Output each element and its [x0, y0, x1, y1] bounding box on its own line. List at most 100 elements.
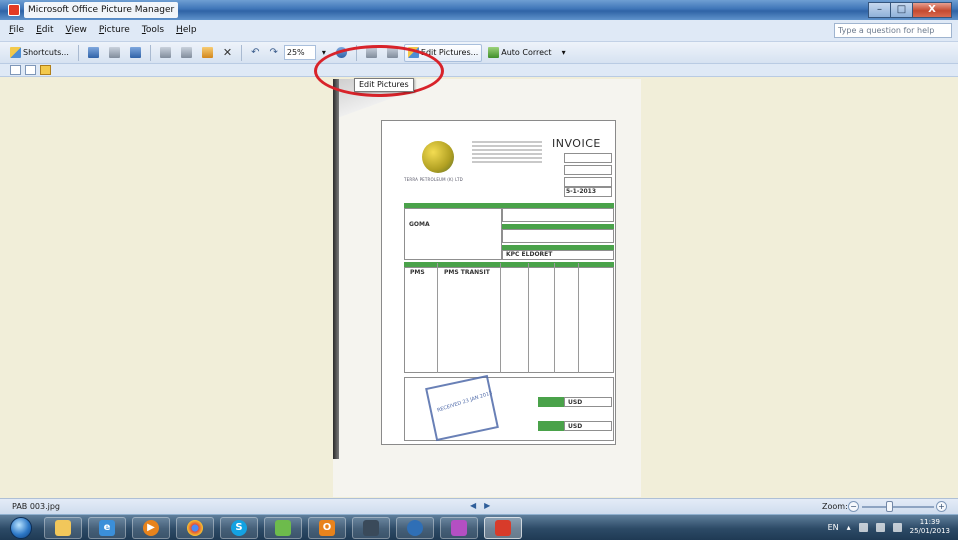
- start-button[interactable]: [10, 517, 32, 539]
- skype-icon: S: [231, 520, 247, 536]
- action-center-icon[interactable]: [858, 522, 868, 532]
- menu-edit[interactable]: Edit: [35, 24, 54, 36]
- language-indicator[interactable]: EN: [828, 523, 839, 532]
- paste-button[interactable]: [198, 44, 217, 62]
- help-search-input[interactable]: Type a question for help: [834, 23, 952, 38]
- currency-grand-total: USD: [568, 423, 583, 430]
- internet-explorer-icon: e: [99, 520, 115, 536]
- save-icon: [87, 47, 99, 58]
- menu-tools-rest: ools: [145, 25, 165, 35]
- status-bar: PAB 003.jpg ◀ ▶ Zoom: − +: [0, 498, 958, 514]
- export-button[interactable]: [105, 44, 124, 62]
- next-picture-button[interactable]: ▶: [484, 501, 490, 510]
- zoom-label: Zoom:: [822, 502, 848, 511]
- single-picture-view-button[interactable]: [40, 65, 51, 75]
- taskbar-explorer[interactable]: [44, 517, 82, 539]
- table-column-line: [554, 263, 555, 373]
- menu-view[interactable]: View: [65, 24, 88, 36]
- show-hidden-icons-button[interactable]: ▴: [847, 523, 851, 532]
- maximize-button[interactable]: □: [890, 2, 912, 18]
- copy-button[interactable]: [177, 44, 196, 62]
- taskbar-skype[interactable]: S: [220, 517, 258, 539]
- previous-picture-button[interactable]: ◀: [470, 501, 476, 510]
- network-icon[interactable]: [892, 522, 902, 532]
- terms-cell: [502, 208, 614, 222]
- window-controls: – □ X: [868, 2, 952, 18]
- taskbar-media-player[interactable]: ▶: [132, 517, 170, 539]
- delivery-cell: [502, 229, 614, 243]
- toolbar-separator: [77, 44, 79, 61]
- title-bar: Microsoft Office Picture Manager – □ X: [0, 0, 958, 20]
- invoice-title: INVOICE: [552, 137, 601, 150]
- shortcuts-button[interactable]: Shortcuts...: [6, 44, 73, 62]
- taskbar-chrome[interactable]: [176, 517, 214, 539]
- menu-help[interactable]: Help: [175, 24, 198, 36]
- picture-manager-app-icon[interactable]: [8, 4, 20, 16]
- line-items-table: [404, 267, 614, 373]
- taskbar-app-orb[interactable]: [396, 517, 434, 539]
- taskbar-outlook[interactable]: O: [308, 517, 346, 539]
- menu-tools[interactable]: Tools: [141, 24, 165, 36]
- menu-picture[interactable]: Picture: [98, 24, 131, 36]
- toolbar-separator: [241, 44, 243, 61]
- taskbar-apps: e ▶ S O: [44, 517, 522, 539]
- zoom-out-button[interactable]: −: [848, 501, 859, 512]
- auto-correct-label: Auto Correct: [501, 48, 552, 57]
- menu-file[interactable]: File: [8, 24, 25, 36]
- bill-to-cell: [404, 208, 502, 260]
- copy-icon: [180, 47, 192, 58]
- app-orb-icon: [407, 520, 423, 536]
- taskbar-messenger[interactable]: [264, 517, 302, 539]
- undo-button[interactable]: ↶: [247, 44, 263, 62]
- chrome-icon: [187, 520, 203, 536]
- edit-pictures-tooltip: Edit Pictures: [354, 78, 414, 92]
- company-caption: TERRA PETROLEUM (K) LTD: [404, 177, 463, 182]
- zoom-slider-track[interactable]: [862, 506, 934, 508]
- minimize-button[interactable]: –: [868, 2, 890, 18]
- menu-bar: File Edit View Picture Tools Help Type a…: [0, 20, 958, 42]
- menu-file-rest: ile: [13, 25, 25, 35]
- system-clock[interactable]: 11:39 25/01/2013: [910, 518, 950, 536]
- view-mode-strip: [0, 64, 958, 77]
- taskbar-picture-manager[interactable]: [484, 517, 522, 539]
- toolbar-options-button[interactable]: ▾: [558, 44, 570, 62]
- phone-icon: [363, 520, 379, 536]
- zoom-in-button[interactable]: +: [936, 501, 947, 512]
- taskbar-phone-app[interactable]: [352, 517, 390, 539]
- cut-button[interactable]: [156, 44, 175, 62]
- picture-manager-icon: [495, 520, 511, 536]
- taskbar-onenote[interactable]: [440, 517, 478, 539]
- windows-taskbar: e ▶ S O EN ▴ 11:39 25/01/2013: [0, 514, 958, 540]
- redo-button[interactable]: ↷: [265, 44, 281, 62]
- table-column-line: [500, 263, 501, 373]
- email-button[interactable]: [126, 44, 145, 62]
- cut-icon: [159, 47, 171, 58]
- menu-help-rest: elp: [182, 25, 197, 35]
- zoom-percent-box[interactable]: 25%: [283, 45, 316, 60]
- auto-correct-icon: [488, 47, 500, 58]
- volume-icon[interactable]: [875, 522, 885, 532]
- menu-picture-rest: icture: [104, 25, 130, 35]
- close-button[interactable]: X: [912, 2, 952, 18]
- shortcuts-icon: [10, 47, 21, 58]
- auto-correct-button[interactable]: Auto Correct: [484, 44, 555, 62]
- menu-view-rest: iew: [71, 25, 87, 35]
- filmstrip-view-button[interactable]: [25, 65, 36, 75]
- thumbnail-view-button[interactable]: [10, 65, 21, 75]
- redo-icon: ↷: [269, 47, 278, 58]
- menu-items: File Edit View Picture Tools Help: [8, 24, 198, 36]
- taskbar-internet-explorer[interactable]: e: [88, 517, 126, 539]
- paste-icon: [201, 47, 213, 58]
- media-player-icon: ▶: [143, 520, 159, 536]
- zoom-slider-thumb[interactable]: [886, 501, 894, 512]
- save-button[interactable]: [84, 44, 103, 62]
- export-icon: [108, 47, 120, 58]
- window-title: Microsoft Office Picture Manager: [24, 2, 179, 18]
- currency-total: USD: [568, 399, 583, 406]
- company-address-lines: [472, 141, 542, 165]
- toolbar-separator: [149, 44, 151, 61]
- grand-total-label-bar: [538, 421, 564, 431]
- invoice-order-box: [564, 177, 612, 187]
- delete-button[interactable]: ✕: [219, 44, 236, 62]
- table-column-line: [578, 263, 579, 373]
